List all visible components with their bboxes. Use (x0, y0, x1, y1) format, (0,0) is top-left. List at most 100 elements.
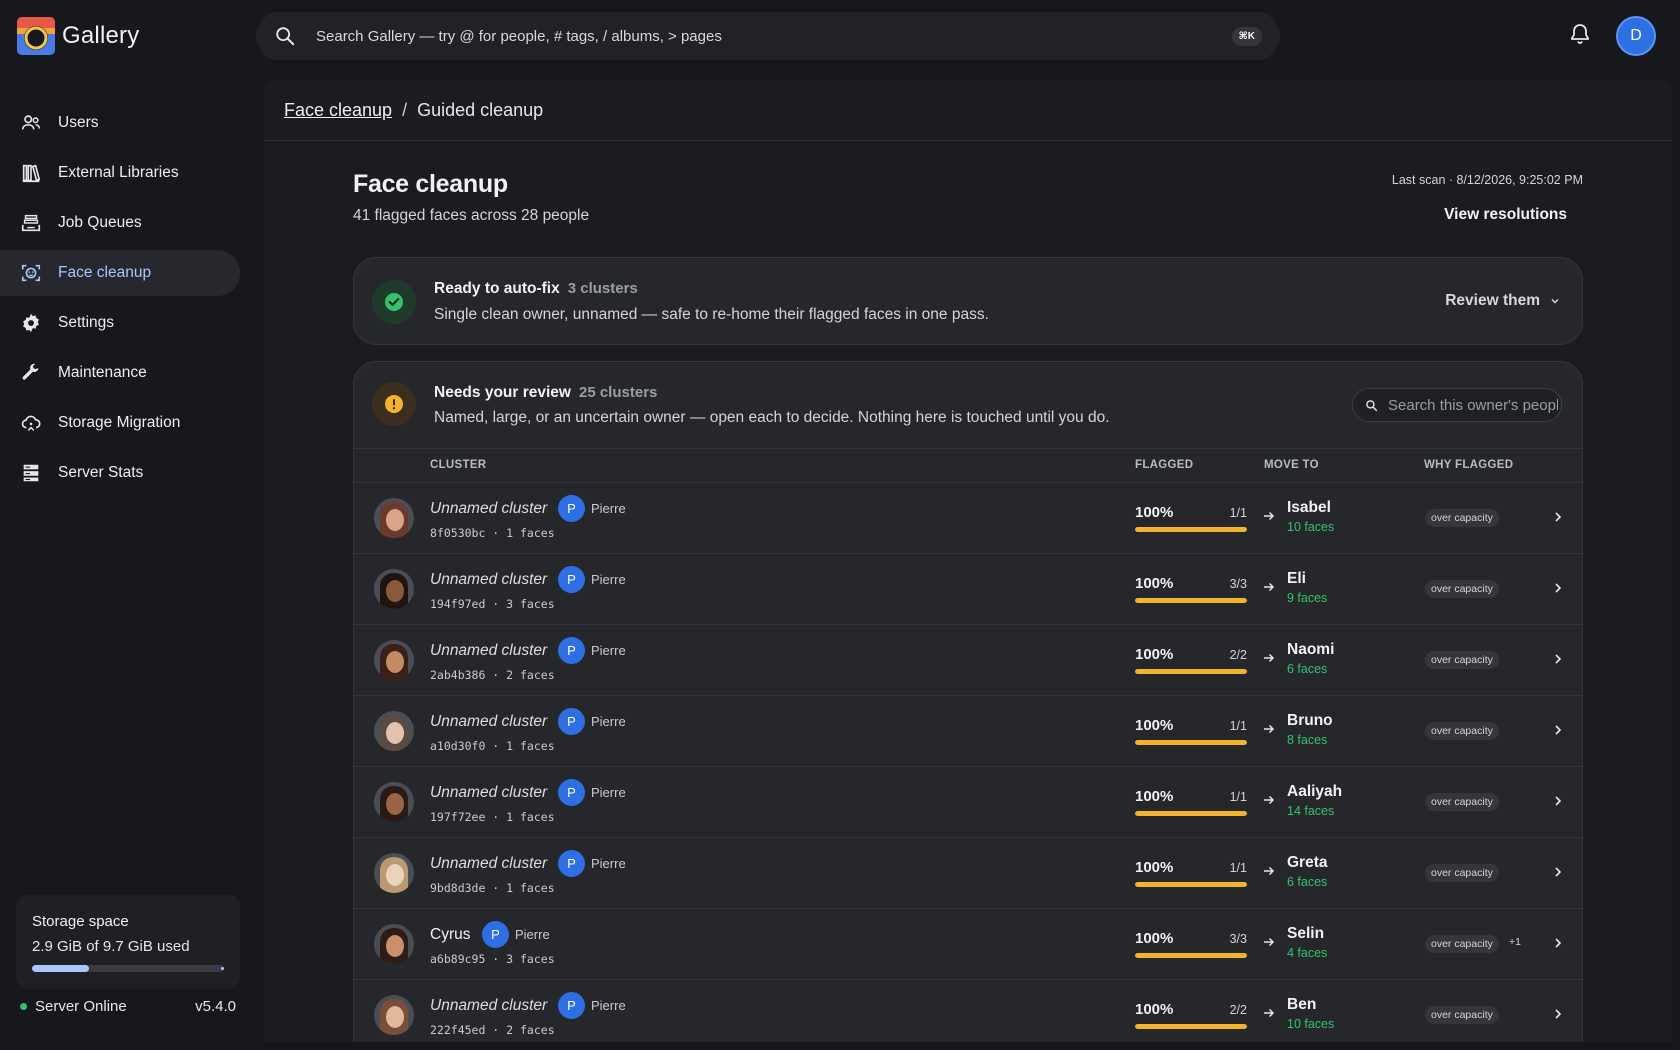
server-version[interactable]: v5.4.0 (195, 998, 236, 1015)
table-row[interactable]: Unnamed cluster P Pierre 197f72ee · 1 faces… (354, 767, 1582, 838)
cluster-name[interactable]: Unnamed cluster (430, 500, 550, 518)
sidebar-item-job-queues[interactable]: Job Queues (0, 200, 240, 246)
app-logo[interactable]: Gallery (16, 16, 139, 56)
move-to-person[interactable]: Bruno (1287, 712, 1333, 730)
cluster-table-body: Unnamed cluster P Pierre 8f0530bc · 1 faces… (354, 483, 1582, 1042)
search-shortcut-badge: ⌘K (1231, 26, 1262, 46)
chevron-right-icon[interactable] (1551, 1007, 1565, 1021)
flagged-progress-bar (1135, 527, 1247, 532)
arrow-right-icon (1264, 795, 1275, 805)
column-flagged[interactable]: FLAGGED (1135, 459, 1193, 471)
cluster-meta: 9bd8d3de · 1 faces (430, 881, 555, 895)
cluster-name[interactable]: Cyrus (430, 926, 470, 944)
chevron-right-icon[interactable] (1551, 723, 1565, 737)
why-flagged-chip: over capacity (1425, 651, 1499, 669)
owner-name: Pierre (591, 856, 626, 871)
owner-badge[interactable]: P Pierre (482, 921, 550, 948)
table-row[interactable]: Unnamed cluster P Pierre 222f45ed · 2 faces… (354, 980, 1582, 1042)
face-shape (386, 509, 404, 531)
owner-people-search[interactable] (1352, 388, 1562, 422)
notifications-bell-icon[interactable] (1568, 22, 1592, 46)
sidebar-item-label: Server Stats (58, 464, 144, 481)
table-row[interactable]: Unnamed cluster P Pierre 2ab4b386 · 2 faces… (354, 625, 1582, 696)
chevron-right-icon[interactable] (1551, 510, 1565, 524)
move-to-person[interactable]: Naomi (1287, 641, 1334, 659)
sidebar-item-face-cleanup[interactable]: Face cleanup (0, 250, 240, 296)
flagged-progress-bar (1135, 953, 1247, 958)
table-row[interactable]: Cyrus P Pierre a6b89c95 · 3 faces 100% 3/3 Sel… (354, 909, 1582, 980)
needs-review-description: Named, large, or an uncertain owner — op… (434, 409, 1110, 426)
sidebar-item-users[interactable]: Users (0, 100, 240, 146)
owner-badge[interactable]: P Pierre (558, 495, 626, 522)
cluster-name[interactable]: Unnamed cluster (430, 855, 550, 873)
cluster-meta: a6b89c95 · 3 faces (430, 952, 555, 966)
owner-badge[interactable]: P Pierre (558, 850, 626, 877)
arrow-right-icon (1264, 937, 1275, 947)
needs-review-card: Needs your review 25 clusters Named, larg… (353, 361, 1583, 1042)
cluster-name[interactable]: Unnamed cluster (430, 571, 550, 589)
global-search[interactable]: Search Gallery — try @ for people, # tag… (256, 12, 1280, 60)
table-row[interactable]: Unnamed cluster P Pierre a10d30f0 · 1 faces… (354, 696, 1582, 767)
why-flagged-chip: over capacity (1425, 935, 1499, 953)
owner-badge[interactable]: P Pierre (558, 779, 626, 806)
breadcrumb-face-cleanup-link[interactable]: Face cleanup (284, 100, 392, 121)
cluster-name[interactable]: Unnamed cluster (430, 713, 550, 731)
flagged-progress-fill (1135, 882, 1247, 887)
sidebar-item-external-libraries[interactable]: External Libraries (0, 150, 240, 196)
move-to-person[interactable]: Eli (1287, 570, 1306, 588)
sidebar-item-server-stats[interactable]: Server Stats (0, 450, 240, 496)
server-status: Server Online v5.4.0 (20, 998, 236, 1015)
cluster-name[interactable]: Unnamed cluster (430, 642, 550, 660)
review-them-label: Review them (1445, 292, 1540, 309)
table-row[interactable]: Unnamed cluster P Pierre 8f0530bc · 1 faces… (354, 483, 1582, 554)
flagged-ratio: 1/1 (1229, 790, 1247, 804)
app-name: Gallery (62, 22, 140, 49)
chevron-right-icon[interactable] (1551, 794, 1565, 808)
table-row[interactable]: Unnamed cluster P Pierre 9bd8d3de · 1 faces… (354, 838, 1582, 909)
user-avatar[interactable]: D (1616, 16, 1656, 56)
sidebar-item-maintenance[interactable]: Maintenance (0, 350, 240, 396)
view-resolutions-button[interactable]: View resolutions (1444, 206, 1567, 224)
owner-badge[interactable]: P Pierre (558, 992, 626, 1019)
column-why-flagged[interactable]: WHY FLAGGED (1424, 459, 1513, 471)
gear-icon (23, 313, 39, 333)
move-to-person[interactable]: Isabel (1287, 499, 1331, 517)
face-shape (386, 935, 404, 957)
auto-fix-title-text: Ready to auto-fix (434, 280, 560, 297)
cluster-meta: 194f97ed · 3 faces (430, 597, 555, 611)
flagged-progress-fill (1135, 527, 1247, 532)
table-row[interactable]: Unnamed cluster P Pierre 194f97ed · 3 faces… (354, 554, 1582, 625)
column-cluster[interactable]: CLUSTER (430, 459, 486, 471)
search-placeholder[interactable]: Search Gallery — try @ for people, # tag… (316, 28, 1232, 45)
move-to-person[interactable]: Selin (1287, 925, 1324, 943)
cluster-name[interactable]: Unnamed cluster (430, 997, 550, 1015)
search-icon (276, 27, 295, 46)
sidebar-item-label: Maintenance (58, 364, 147, 381)
sidebar-item-settings[interactable]: Settings (0, 300, 240, 346)
owner-name: Pierre (591, 785, 626, 800)
owner-badge[interactable]: P Pierre (558, 566, 626, 593)
move-to-faces: 4 faces (1287, 946, 1328, 960)
column-move-to[interactable]: MOVE TO (1264, 459, 1319, 471)
flagged-progress-bar (1135, 598, 1247, 603)
chevron-right-icon[interactable] (1551, 581, 1565, 595)
owner-badge[interactable]: P Pierre (558, 708, 626, 735)
owner-badge[interactable]: P Pierre (558, 637, 626, 664)
move-to-faces: 6 faces (1287, 662, 1328, 676)
job-queues-icon (21, 214, 41, 232)
review-them-button[interactable]: Review them (1445, 292, 1560, 310)
move-to-person[interactable]: Ben (1287, 996, 1316, 1014)
auto-fix-description: Single clean owner, unnamed — safe to re… (434, 306, 989, 323)
cluster-face-thumbnail (374, 924, 414, 964)
chevron-right-icon[interactable] (1551, 936, 1565, 950)
chevron-right-icon[interactable] (1551, 652, 1565, 666)
arrow-right-icon (1264, 866, 1275, 876)
chevron-right-icon[interactable] (1551, 865, 1565, 879)
move-to-person[interactable]: Aaliyah (1287, 783, 1342, 801)
owner-avatar: P (558, 850, 585, 877)
move-to-person[interactable]: Greta (1287, 854, 1328, 872)
owner-search-input[interactable] (1388, 396, 1558, 414)
cluster-name[interactable]: Unnamed cluster (430, 784, 550, 802)
flagged-progress-bar (1135, 669, 1247, 674)
sidebar-item-storage-migration[interactable]: Storage Migration (0, 400, 240, 446)
